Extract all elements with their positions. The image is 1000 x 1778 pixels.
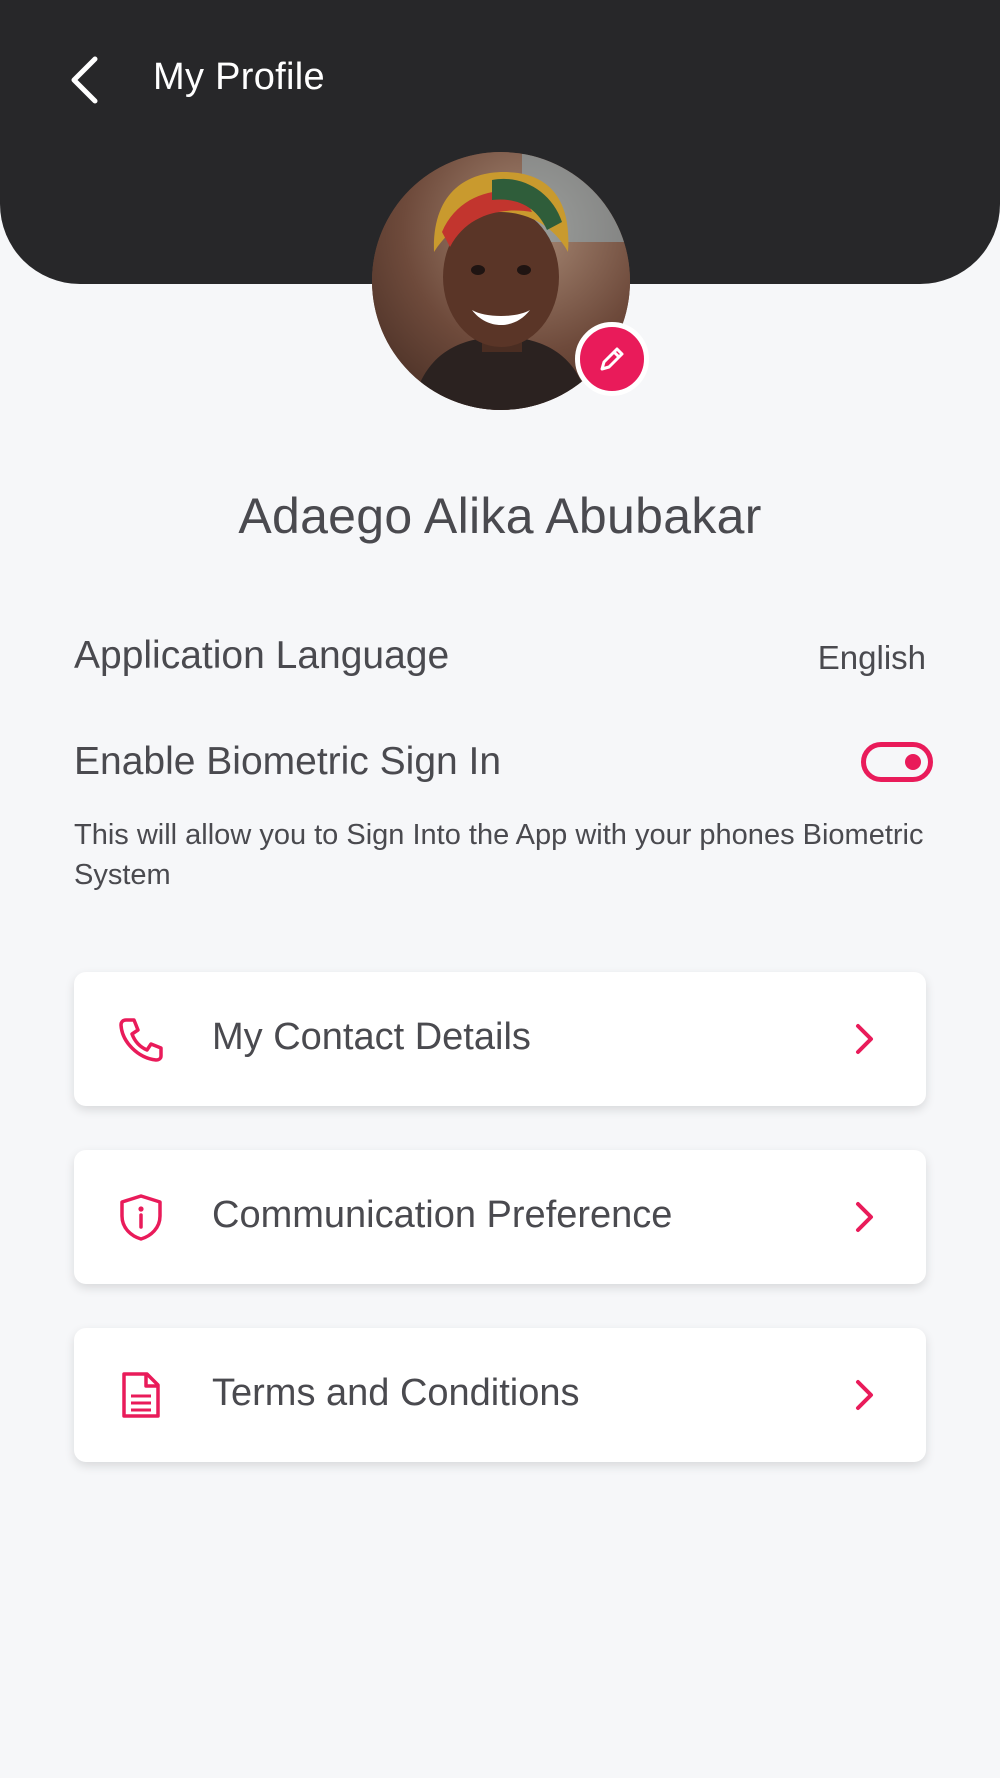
user-name: Adaego Alika Abubakar	[238, 488, 762, 544]
chevron-right-icon	[856, 1024, 873, 1054]
menu-item-terms-and-conditions[interactable]: Terms and Conditions	[74, 1328, 926, 1462]
menu-item-label: Communication Preference	[212, 1194, 673, 1236]
shield-info-icon	[116, 1192, 166, 1242]
biometric-label: Enable Biometric Sign In	[74, 740, 502, 783]
chevron-right-icon	[856, 1380, 873, 1410]
phone-icon	[116, 1014, 166, 1064]
page-title: My Profile	[153, 56, 325, 98]
document-icon	[116, 1370, 166, 1420]
toggle-knob	[905, 754, 921, 770]
biometric-description: This will allow you to Sign Into the App…	[74, 819, 924, 891]
menu-item-label: Terms and Conditions	[212, 1372, 580, 1414]
biometric-toggle[interactable]	[861, 742, 933, 782]
chevron-right-icon	[856, 1202, 873, 1232]
language-label: Application Language	[74, 634, 450, 677]
pencil-icon	[600, 347, 624, 371]
menu-item-contact-details[interactable]: My Contact Details	[74, 972, 926, 1106]
menu-item-label: My Contact Details	[212, 1016, 531, 1058]
language-value[interactable]: English	[818, 639, 926, 677]
profile-avatar-container	[372, 152, 649, 410]
edit-avatar-button[interactable]	[575, 322, 649, 396]
menu-item-communication-preference[interactable]: Communication Preference	[74, 1150, 926, 1284]
chevron-left-icon	[71, 56, 98, 104]
back-button[interactable]	[62, 52, 106, 108]
